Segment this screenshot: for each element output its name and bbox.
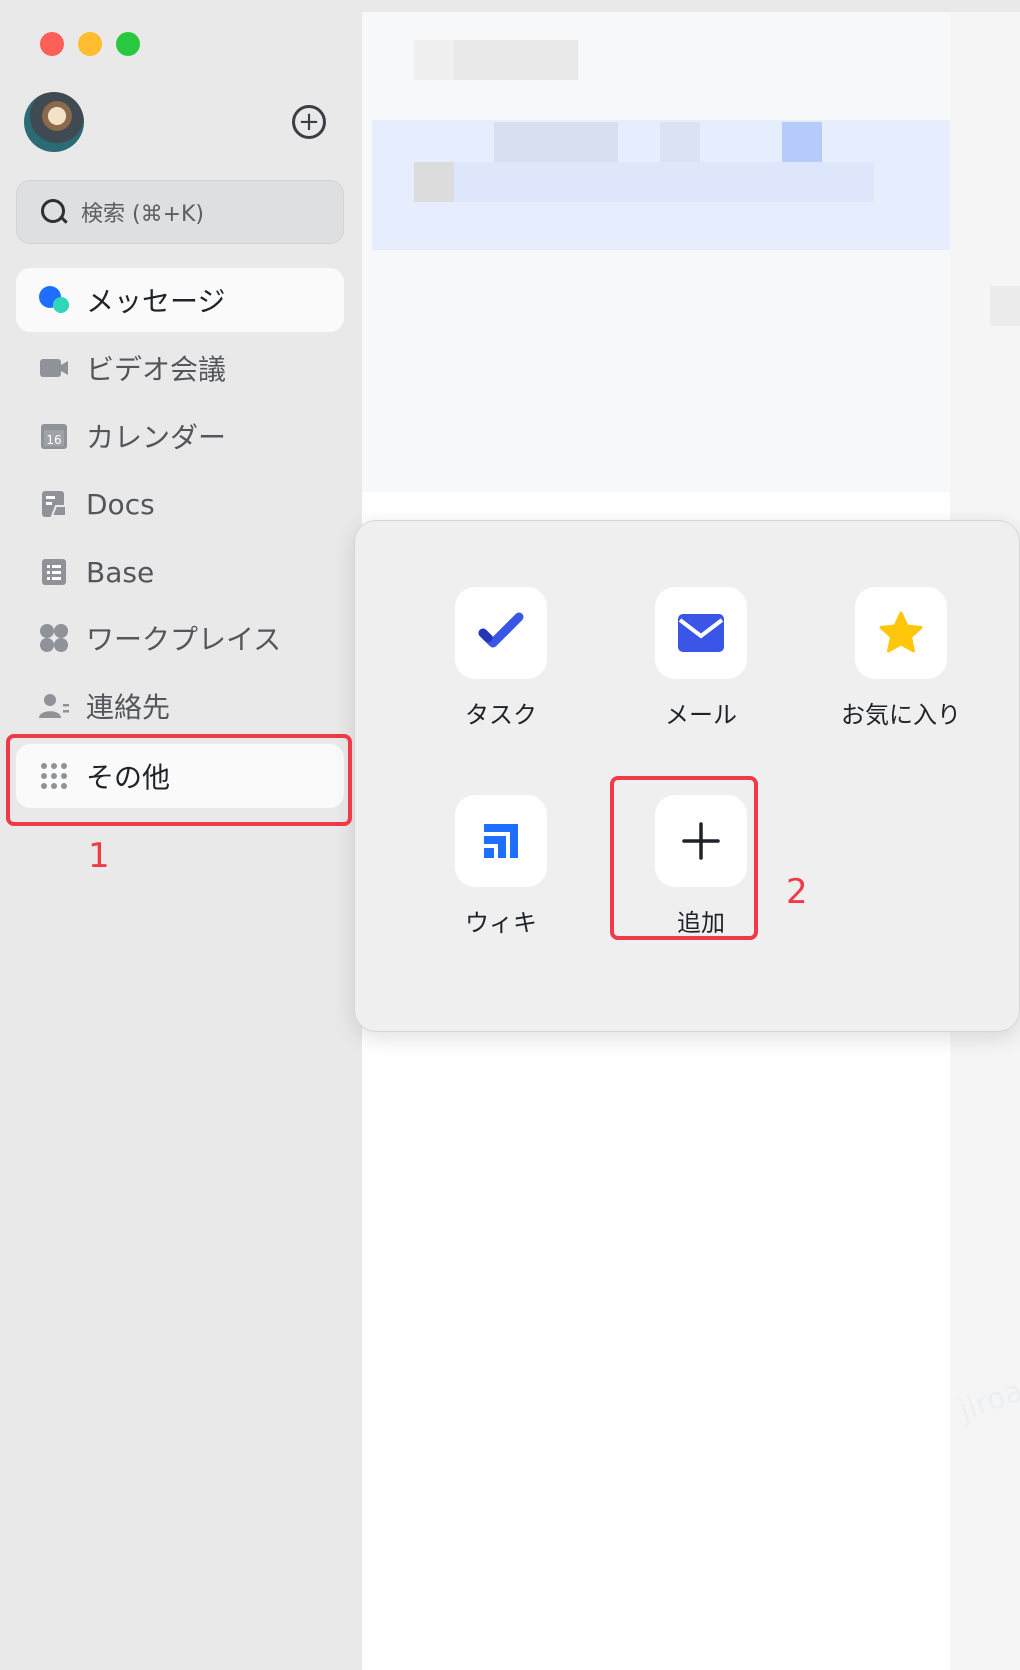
sidebar-item-label: 連絡先 — [86, 691, 171, 724]
highlight-box-add — [610, 776, 758, 940]
app-wiki[interactable]: ウィキ — [421, 795, 581, 938]
app-task[interactable]: タスク — [421, 587, 581, 730]
minimize-window-button[interactable] — [78, 32, 102, 56]
annotation-step-1: 1 — [88, 836, 110, 876]
highlight-box-more — [6, 734, 352, 826]
app-label: ウィキ — [465, 909, 537, 937]
search-icon — [41, 199, 67, 225]
sidebar-item-contacts[interactable]: 連絡先 — [16, 674, 344, 738]
app-label: メール — [665, 701, 737, 729]
sidebar-item-label: ワークプレイス — [86, 623, 282, 656]
app-label: タスク — [465, 701, 537, 729]
sidebar-item-video-meeting[interactable]: ビデオ会議 — [16, 336, 344, 400]
maximize-window-button[interactable] — [116, 32, 140, 56]
mail-icon — [655, 587, 747, 679]
window-controls — [40, 32, 140, 56]
annotation-step-2: 2 — [786, 872, 808, 912]
sidebar-item-label: Docs — [86, 487, 155, 521]
app-mail[interactable]: メール — [621, 587, 781, 730]
sidebar-item-messages[interactable]: メッセージ — [16, 268, 344, 332]
search-placeholder: 検索 (⌘+K) — [81, 202, 205, 227]
calendar-icon: 16 — [38, 420, 70, 452]
close-window-button[interactable] — [40, 32, 64, 56]
contacts-icon — [38, 690, 70, 722]
calendar-icon-date: 16 — [46, 433, 61, 447]
wiki-icon — [455, 795, 547, 887]
search-input[interactable]: 検索 (⌘+K) — [16, 180, 344, 244]
app-label: お気に入り — [841, 701, 961, 729]
sidebar-item-base[interactable]: Base — [16, 540, 344, 604]
star-icon — [855, 587, 947, 679]
video-camera-icon — [38, 352, 70, 384]
sidebar-item-label: ビデオ会議 — [86, 353, 227, 386]
sidebar-item-workplace[interactable]: ワークプレイス — [16, 606, 344, 670]
task-check-icon — [455, 587, 547, 679]
sidebar-item-label: Base — [86, 555, 155, 589]
plus-circle-icon[interactable]: + — [292, 105, 326, 139]
docs-icon — [38, 488, 70, 520]
sidebar-item-docs[interactable]: Docs — [16, 472, 344, 536]
app-favorites[interactable]: お気に入り — [821, 587, 981, 730]
workplace-icon — [38, 622, 70, 654]
sidebar-item-label: カレンダー — [86, 421, 227, 454]
sidebar: + 検索 (⌘+K) メッセージ ビデオ会議 16 カレンダー Docs Bas… — [0, 0, 362, 1670]
base-icon — [38, 556, 70, 588]
avatar[interactable] — [24, 92, 84, 152]
sidebar-item-label: メッセージ — [86, 285, 226, 318]
chat-bubble-icon — [38, 284, 70, 316]
sidebar-item-calendar[interactable]: 16 カレンダー — [16, 404, 344, 468]
